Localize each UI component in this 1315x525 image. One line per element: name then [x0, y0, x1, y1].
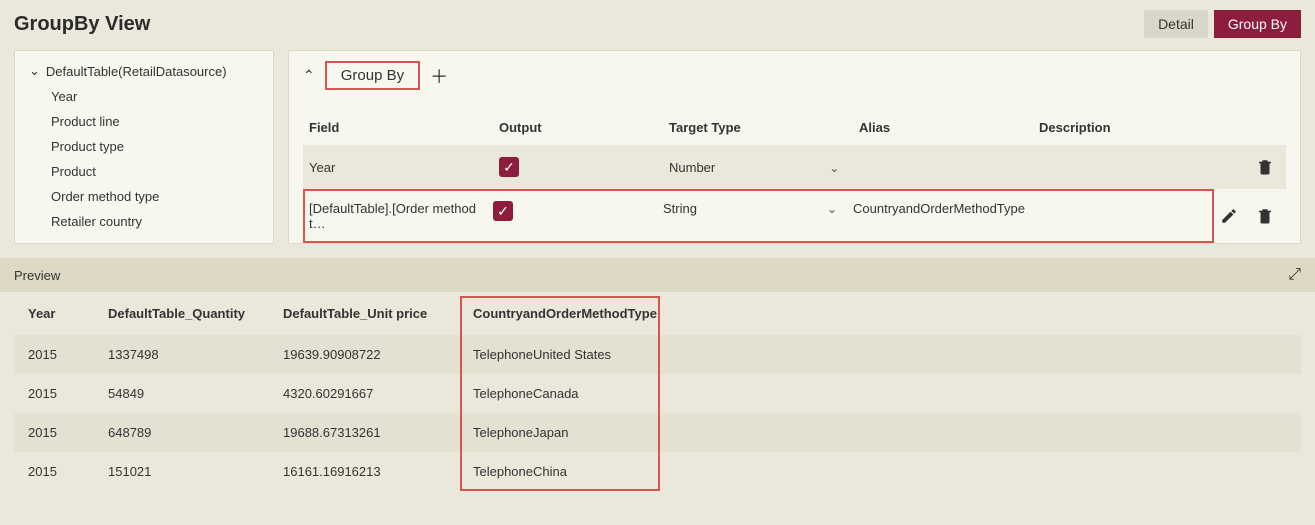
- col-output: Output: [493, 110, 663, 145]
- preview-header: Preview ⤢: [0, 258, 1315, 292]
- cell-field: [DefaultTable].[Order method t…: [309, 201, 493, 231]
- expand-icon[interactable]: ⤢: [1288, 266, 1301, 284]
- cell: TelephoneCanada: [459, 374, 1301, 413]
- cell-target[interactable]: String: [663, 201, 697, 216]
- plus-icon[interactable]: ＋: [430, 63, 448, 89]
- cell: 2015: [14, 452, 94, 491]
- chevron-down-icon[interactable]: ⌄: [825, 161, 839, 175]
- preview-label: Preview: [14, 268, 60, 283]
- cell: 4320.60291667: [269, 374, 459, 413]
- config-row[interactable]: [DefaultTable].[Order method t… ✓ String…: [303, 189, 1286, 243]
- edit-icon[interactable]: [1220, 207, 1238, 225]
- cell: TelephoneChina: [459, 452, 1301, 491]
- cell-target[interactable]: Number: [669, 160, 715, 175]
- cell: TelephoneUnited States: [459, 335, 1301, 374]
- cell: 19639.90908722: [269, 335, 459, 374]
- preview-col[interactable]: CountryandOrderMethodType: [459, 296, 1301, 335]
- cell: 19688.67313261: [269, 413, 459, 452]
- detail-button[interactable]: Detail: [1144, 10, 1208, 38]
- cell-field: Year: [303, 145, 493, 189]
- config-row[interactable]: Year ✓ Number ⌄: [303, 145, 1286, 189]
- groupby-chip[interactable]: Group By: [325, 61, 420, 90]
- col-field: Field: [303, 110, 493, 145]
- tree-item[interactable]: Product: [51, 164, 259, 179]
- col-target: Target Type: [663, 110, 853, 145]
- checkbox-checked-icon[interactable]: ✓: [493, 201, 513, 221]
- chevron-down-icon: ⌄: [29, 63, 40, 79]
- tree-item[interactable]: Product line: [51, 114, 259, 129]
- config-panel: ⌃ Group By ＋ Field Output Target Type Al…: [288, 50, 1301, 244]
- tree-root-label: DefaultTable(RetailDatasource): [46, 64, 227, 79]
- cell: 54849: [94, 374, 269, 413]
- tree-root-node[interactable]: ⌄ DefaultTable(RetailDatasource): [29, 63, 259, 79]
- field-tree: ⌄ DefaultTable(RetailDatasource) Year Pr…: [14, 50, 274, 244]
- preview-table: Year DefaultTable_Quantity DefaultTable_…: [14, 296, 1301, 491]
- tree-item[interactable]: Order method type: [51, 189, 259, 204]
- page-title: GroupBy View: [14, 13, 150, 36]
- view-toggle: Detail Group By: [1144, 10, 1301, 38]
- cell: 2015: [14, 335, 94, 374]
- groupby-button[interactable]: Group By: [1214, 10, 1301, 38]
- config-table: Field Output Target Type Alias Descripti…: [303, 110, 1286, 243]
- cell-alias: [853, 145, 1033, 189]
- cell: 2015: [14, 374, 94, 413]
- preview-col[interactable]: DefaultTable_Quantity: [94, 296, 269, 335]
- preview-row: 2015 54849 4320.60291667 TelephoneCanada: [14, 374, 1301, 413]
- cell-alias: CountryandOrderMethodType: [853, 201, 1033, 231]
- preview-col[interactable]: DefaultTable_Unit price: [269, 296, 459, 335]
- cell: 151021: [94, 452, 269, 491]
- cell: 1337498: [94, 335, 269, 374]
- checkbox-checked-icon[interactable]: ✓: [499, 157, 519, 177]
- col-desc: Description: [1033, 110, 1214, 145]
- cell-desc: [1033, 145, 1214, 189]
- col-alias: Alias: [853, 110, 1033, 145]
- tree-item[interactable]: Retailer country: [51, 214, 259, 229]
- preview-row: 2015 648789 19688.67313261 TelephoneJapa…: [14, 413, 1301, 452]
- collapse-icon[interactable]: ⌃: [303, 67, 315, 84]
- trash-icon[interactable]: [1256, 207, 1274, 225]
- cell: 16161.16916213: [269, 452, 459, 491]
- cell: 648789: [94, 413, 269, 452]
- preview-col[interactable]: Year: [14, 296, 94, 335]
- trash-icon[interactable]: [1256, 158, 1274, 176]
- cell: 2015: [14, 413, 94, 452]
- tree-item[interactable]: Product type: [51, 139, 259, 154]
- tree-item[interactable]: Year: [51, 89, 259, 104]
- chevron-down-icon[interactable]: ⌄: [823, 202, 837, 216]
- cell: TelephoneJapan: [459, 413, 1301, 452]
- preview-row: 2015 151021 16161.16916213 TelephoneChin…: [14, 452, 1301, 491]
- preview-row: 2015 1337498 19639.90908722 TelephoneUni…: [14, 335, 1301, 374]
